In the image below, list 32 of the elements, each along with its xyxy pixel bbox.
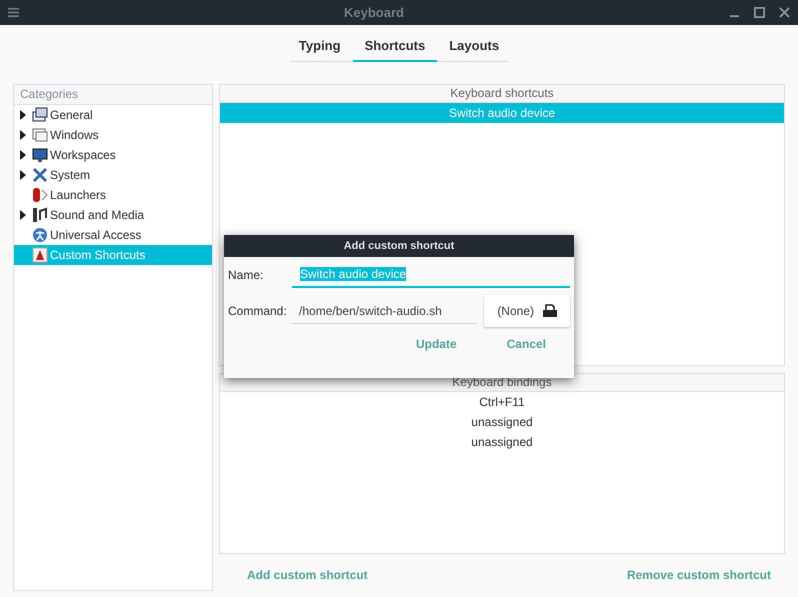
category-item[interactable]: System: [14, 165, 212, 185]
category-item[interactable]: Sound and Media: [14, 205, 212, 225]
command-label: Command:: [228, 304, 288, 318]
dialog-title: Add custom shortcut: [224, 235, 574, 257]
command-field[interactable]: /home/ben/switch-audio.sh: [291, 298, 478, 324]
monitor-icon: [32, 147, 48, 163]
menu-icon[interactable]: [8, 7, 19, 18]
binding-row[interactable]: Ctrl+F11: [220, 392, 784, 412]
computer-icon: [32, 107, 48, 123]
category-item[interactable]: Universal Access: [14, 225, 212, 245]
expand-arrow-icon[interactable]: [20, 210, 26, 220]
tab[interactable]: Layouts: [437, 33, 512, 62]
tab[interactable]: Shortcuts: [352, 33, 438, 62]
tab[interactable]: Typing: [286, 33, 353, 62]
close-icon[interactable]: [779, 7, 790, 18]
accessibility-icon: [32, 227, 48, 243]
maximize-icon[interactable]: [754, 7, 765, 18]
window-title: Keyboard: [343, 5, 405, 20]
category-item[interactable]: General: [14, 105, 212, 125]
column-header: Keyboard shortcuts: [220, 85, 784, 103]
window-icon: [32, 127, 48, 143]
category-item[interactable]: Launchers: [14, 185, 212, 205]
column-header: Categories: [14, 85, 212, 105]
shortcut-icon: [32, 247, 48, 263]
launcher-icon: [32, 187, 48, 203]
binding-row[interactable]: unassigned: [220, 432, 784, 452]
binding-row[interactable]: unassigned: [220, 412, 784, 432]
file-chooser-button[interactable]: (None): [484, 295, 570, 327]
name-label: Name:: [228, 268, 264, 282]
category-item[interactable]: Workspaces: [14, 145, 212, 165]
category-item[interactable]: Windows: [14, 125, 212, 145]
folder-icon: [542, 304, 558, 318]
